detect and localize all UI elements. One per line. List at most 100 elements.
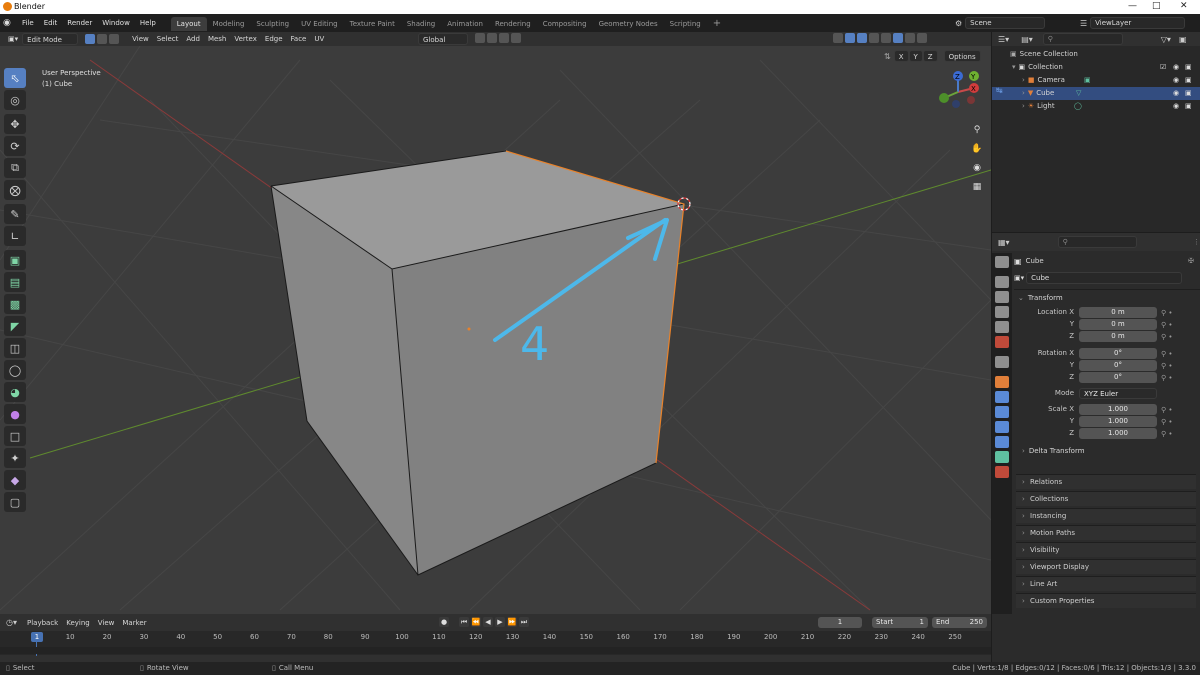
maximize-icon[interactable]: □ bbox=[1152, 1, 1161, 11]
outliner-search-input[interactable]: ⚲ bbox=[1042, 33, 1123, 45]
workspace-tab-geometry-nodes[interactable]: Geometry Nodes bbox=[593, 17, 664, 31]
visibility-eye-icon[interactable]: ◉ bbox=[1173, 61, 1179, 74]
inset-icon[interactable]: ▩ bbox=[4, 294, 26, 314]
timeline-editor-icon[interactable]: ◷▾ bbox=[6, 618, 17, 627]
mirror-x-toggle[interactable]: X bbox=[893, 50, 909, 62]
smooth-icon[interactable]: ● bbox=[4, 404, 26, 424]
menu-add[interactable]: Add bbox=[182, 33, 204, 45]
workspace-tab-uv-editing[interactable]: UV Editing bbox=[295, 17, 344, 31]
jump-end-icon[interactable]: ⏭ bbox=[519, 617, 529, 627]
visibility-icon[interactable] bbox=[833, 33, 843, 43]
panel-line-art[interactable]: Line Art bbox=[1016, 576, 1196, 592]
mesh-data-tab-icon[interactable] bbox=[995, 451, 1009, 463]
scene-tab-icon[interactable] bbox=[995, 321, 1009, 333]
datablock-name-field[interactable]: Cube bbox=[1026, 272, 1183, 284]
3d-viewport[interactable]: 4 Z X Y User Perspective (1) Cube ⇅ X Y … bbox=[0, 46, 991, 614]
render-camera-icon[interactable]: ▣ bbox=[1185, 74, 1192, 87]
scale-z-field[interactable]: 1.000 bbox=[1079, 428, 1157, 439]
outliner-item-cube[interactable]: › ▼ Cube ▽ ◉ ▣ bbox=[992, 87, 1200, 100]
add-workspace-icon[interactable]: + bbox=[707, 17, 727, 31]
annotate-icon[interactable]: ✎ bbox=[4, 204, 26, 224]
particles-tab-icon[interactable] bbox=[995, 406, 1009, 418]
scale-y-field[interactable]: 1.000 bbox=[1079, 416, 1157, 427]
scale-x-field[interactable]: 1.000 bbox=[1079, 404, 1157, 415]
workspace-tab-sculpting[interactable]: Sculpting bbox=[250, 17, 295, 31]
panel-collections[interactable]: Collections bbox=[1016, 491, 1196, 507]
prev-keyframe-icon[interactable]: ⏪ bbox=[471, 617, 481, 627]
workspace-tab-rendering[interactable]: Rendering bbox=[489, 17, 537, 31]
menu-edit[interactable]: Edit bbox=[39, 14, 63, 32]
view-layer-selector[interactable]: ☰ ViewLayer bbox=[1080, 17, 1186, 29]
rotation-x-field[interactable]: 0° bbox=[1079, 348, 1157, 359]
object-tab-icon[interactable] bbox=[995, 376, 1009, 388]
timeline-scrollbar[interactable] bbox=[0, 647, 991, 654]
scene-name-field[interactable]: Scene bbox=[965, 17, 1046, 29]
rendered-shading-icon[interactable] bbox=[917, 33, 927, 43]
orientation-dropdown[interactable]: Global bbox=[418, 33, 468, 45]
light-data-icon[interactable]: ◯ bbox=[1074, 100, 1082, 113]
close-icon[interactable]: ✕ bbox=[1180, 1, 1188, 11]
rotation-y-field[interactable]: 0° bbox=[1079, 360, 1157, 371]
scale-lock-icons[interactable]: ⚲ • ⚲ • ⚲ • bbox=[1161, 404, 1172, 440]
panel-motion-paths[interactable]: Motion Paths bbox=[1016, 525, 1196, 541]
edge-slide-icon[interactable]: □ bbox=[4, 426, 26, 446]
outliner-sync-icon[interactable]: ↹ bbox=[996, 86, 1003, 95]
outliner-scene-collection[interactable]: ▣ Scene Collection bbox=[992, 48, 1200, 61]
menu-keying[interactable]: Keying bbox=[62, 617, 94, 629]
render-camera-icon[interactable]: ▣ bbox=[1185, 100, 1192, 113]
location-z-field[interactable]: 0 m bbox=[1079, 331, 1157, 342]
panel-relations[interactable]: Relations bbox=[1016, 474, 1196, 490]
outliner-item-camera[interactable]: › ■ Camera ▣ ◉ ▣ bbox=[992, 74, 1200, 87]
render-camera-icon[interactable]: ▣ bbox=[1185, 61, 1192, 74]
rotation-z-field[interactable]: 0° bbox=[1079, 372, 1157, 383]
panel-collapse-icon[interactable]: ⋮ bbox=[1193, 238, 1200, 246]
properties-editor-icon[interactable]: ▦▾ bbox=[998, 238, 1010, 247]
rip-region-icon[interactable]: ▢ bbox=[4, 492, 26, 512]
output-tab-icon[interactable] bbox=[995, 291, 1009, 303]
panel-visibility[interactable]: Visibility bbox=[1016, 542, 1196, 558]
measure-icon[interactable]: ∟ bbox=[4, 226, 26, 246]
current-frame-field[interactable]: 1 bbox=[818, 617, 862, 628]
mirror-y-toggle[interactable]: Y bbox=[908, 50, 923, 62]
display-mode-icon[interactable]: ▤▾ bbox=[1021, 35, 1033, 44]
start-frame-field[interactable]: Start 1 bbox=[872, 617, 928, 628]
menu-window[interactable]: Window bbox=[97, 14, 135, 32]
perspective-toggle-icon[interactable]: ▦ bbox=[969, 179, 985, 195]
workspace-tab-texture-paint[interactable]: Texture Paint bbox=[344, 17, 401, 31]
location-y-field[interactable]: 0 m bbox=[1079, 319, 1157, 330]
cursor-icon[interactable]: ◎ bbox=[4, 90, 26, 110]
snap-icon[interactable] bbox=[487, 33, 497, 43]
jump-start-icon[interactable]: ⏮ bbox=[459, 617, 469, 627]
camera-data-icon[interactable]: ▣ bbox=[1084, 74, 1091, 87]
rotation-mode-dropdown[interactable]: XYZ Euler bbox=[1079, 388, 1157, 399]
snap-target-icon[interactable] bbox=[499, 33, 509, 43]
edge-select-icon[interactable] bbox=[97, 34, 108, 44]
render-tab-icon[interactable] bbox=[995, 276, 1009, 288]
menu-timeline-view[interactable]: View bbox=[94, 617, 119, 629]
blender-menu-icon[interactable]: ◉ bbox=[3, 18, 17, 28]
menu-select[interactable]: Select bbox=[153, 33, 183, 45]
solid-shading-icon[interactable] bbox=[893, 33, 903, 43]
gizmo-icon[interactable] bbox=[845, 33, 855, 43]
workspace-tab-layout[interactable]: Layout bbox=[170, 17, 207, 31]
menu-uv[interactable]: UV bbox=[310, 33, 328, 45]
menu-view[interactable]: View bbox=[128, 33, 153, 45]
menu-vertex[interactable]: Vertex bbox=[230, 33, 261, 45]
navigation-gizmo[interactable]: Z X Y bbox=[939, 71, 979, 108]
mirror-z-toggle[interactable]: Z bbox=[922, 50, 938, 62]
next-keyframe-icon[interactable]: ⏩ bbox=[507, 617, 517, 627]
extrude-icon[interactable]: ▤ bbox=[4, 272, 26, 292]
wireframe-shading-icon[interactable] bbox=[881, 33, 891, 43]
proportional-edit-icon[interactable] bbox=[511, 33, 521, 43]
mesh-data-icon[interactable]: ▽ bbox=[1076, 87, 1081, 100]
workspace-tab-compositing[interactable]: Compositing bbox=[537, 17, 593, 31]
outliner-item-light[interactable]: › ☀ Light ◯ ◉ ▣ bbox=[992, 100, 1200, 113]
panel-viewport-display[interactable]: Viewport Display bbox=[1016, 559, 1196, 575]
constraints-tab-icon[interactable] bbox=[995, 436, 1009, 448]
menu-playback[interactable]: Playback bbox=[23, 617, 62, 629]
vertex-select-icon[interactable] bbox=[85, 34, 96, 44]
playhead[interactable]: 1 bbox=[31, 632, 43, 642]
minimize-icon[interactable]: — bbox=[1128, 1, 1137, 11]
modifier-tab-icon[interactable] bbox=[995, 391, 1009, 403]
camera-view-icon[interactable]: ◉ bbox=[969, 160, 985, 176]
